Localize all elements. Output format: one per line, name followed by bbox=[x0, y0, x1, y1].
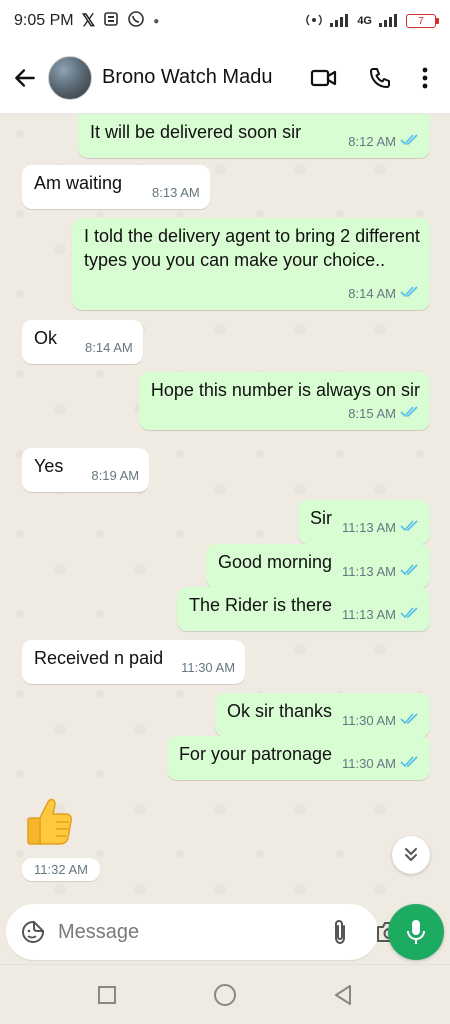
message-text: Received n paid bbox=[34, 648, 164, 668]
read-ticks-icon bbox=[400, 603, 420, 627]
message-input-box[interactable] bbox=[6, 904, 401, 960]
message-text: Yes bbox=[34, 456, 64, 476]
message-time: 11:30 AM bbox=[342, 713, 396, 728]
message-text: Ok sir thanks bbox=[227, 701, 333, 721]
message-text: I told the delivery agent to bring 2 dif… bbox=[84, 226, 420, 270]
network-type: 4G bbox=[357, 15, 372, 27]
microphone-icon bbox=[407, 920, 425, 944]
message-text: The Rider is there bbox=[188, 595, 333, 615]
message-text: For your patronage bbox=[178, 744, 333, 764]
message-time: 11:30 AM bbox=[342, 756, 396, 771]
message-text: It will be delivered soon sir bbox=[90, 122, 302, 142]
home-icon[interactable] bbox=[213, 983, 237, 1007]
more-options-icon[interactable] bbox=[422, 67, 428, 89]
message-time: 8:12 AM bbox=[348, 134, 396, 149]
message-text: Hope this number is always on sir bbox=[150, 380, 420, 400]
battery-level: 7 bbox=[418, 15, 424, 27]
message-time: 8:14 AM bbox=[85, 340, 133, 355]
read-ticks-icon bbox=[400, 709, 420, 733]
news-app-icon bbox=[103, 11, 119, 32]
message-bubble[interactable]: I told the delivery agent to bring 2 dif… bbox=[72, 218, 430, 310]
message-bubble[interactable]: Ok 8:14 AM bbox=[22, 320, 143, 364]
scroll-to-bottom-button[interactable] bbox=[392, 836, 430, 874]
sticker-icon[interactable] bbox=[20, 919, 46, 945]
battery-icon: 7 bbox=[406, 14, 439, 28]
chat-area[interactable]: It will be delivered soon sir 8:12 AM Am… bbox=[0, 114, 450, 900]
thumbs-up-icon bbox=[27, 798, 72, 845]
chat-header: Brono Watch Madu bbox=[0, 42, 450, 114]
message-bubble[interactable]: Received n paid 11:30 AM bbox=[22, 640, 246, 684]
back-arrow-icon[interactable] bbox=[12, 65, 38, 91]
thumbs-up-emoji-message[interactable] bbox=[22, 794, 82, 854]
read-ticks-icon bbox=[400, 282, 420, 306]
system-navigation-bar bbox=[0, 964, 450, 1024]
voice-message-button[interactable] bbox=[388, 904, 444, 960]
message-bubble[interactable]: Sir 11:13 AM bbox=[298, 500, 430, 544]
contact-name[interactable]: Brono Watch Madu bbox=[102, 66, 272, 89]
double-chevron-down-icon bbox=[405, 848, 417, 861]
read-ticks-icon bbox=[400, 130, 420, 154]
message-bubble[interactable]: The Rider is there 11:13 AM bbox=[176, 587, 430, 631]
sticker-time: 11:32 AM bbox=[22, 858, 100, 881]
whatsapp-app-icon bbox=[127, 10, 145, 33]
message-text: Good morning bbox=[217, 552, 333, 572]
read-ticks-icon bbox=[400, 752, 420, 776]
read-ticks-icon bbox=[400, 560, 420, 584]
recent-apps-icon[interactable] bbox=[97, 985, 117, 1005]
message-time: 11:13 AM bbox=[342, 564, 396, 579]
x-app-icon: 𝕏 bbox=[81, 11, 96, 30]
message-time: 8:13 AM bbox=[152, 185, 200, 200]
message-bubble[interactable]: Am waiting 8:13 AM bbox=[22, 165, 210, 209]
signal-icon bbox=[329, 13, 351, 30]
message-text: Ok bbox=[34, 328, 58, 348]
message-composer bbox=[0, 900, 450, 964]
status-time: 9:05 PM bbox=[14, 12, 74, 29]
message-time: 11:30 AM bbox=[181, 660, 236, 675]
message-bubble[interactable]: Hope this number is always on sir 8:15 A… bbox=[138, 372, 430, 430]
hotspot-icon bbox=[305, 13, 323, 30]
message-text: Sir bbox=[310, 508, 333, 528]
voice-call-icon[interactable] bbox=[368, 66, 392, 90]
message-bubble[interactable]: Ok sir thanks 11:30 AM bbox=[215, 693, 430, 737]
message-time: 11:13 AM bbox=[342, 520, 396, 535]
read-ticks-icon bbox=[400, 516, 420, 540]
message-bubble[interactable]: It will be delivered soon sir 8:12 AM bbox=[78, 114, 430, 158]
message-bubble[interactable]: Yes 8:19 AM bbox=[22, 448, 150, 492]
signal-2-icon bbox=[378, 13, 400, 30]
message-time: 11:13 AM bbox=[342, 607, 396, 622]
attachment-icon[interactable] bbox=[331, 918, 349, 946]
message-bubble[interactable]: Good morning 11:13 AM bbox=[205, 544, 430, 588]
message-time: 8:14 AM bbox=[348, 286, 396, 301]
message-bubble[interactable]: For your patronage 11:30 AM bbox=[166, 736, 430, 780]
message-text: Am waiting bbox=[34, 173, 123, 193]
message-input[interactable] bbox=[58, 920, 323, 944]
notification-dot-icon: ● bbox=[153, 15, 160, 27]
back-nav-icon[interactable] bbox=[333, 984, 353, 1006]
video-call-icon[interactable] bbox=[310, 67, 338, 89]
avatar[interactable] bbox=[48, 55, 92, 100]
message-time: 8:19 AM bbox=[91, 468, 140, 483]
read-ticks-icon bbox=[400, 402, 420, 426]
status-bar: 9:05 PM 𝕏 ● 4G 7 bbox=[0, 0, 450, 42]
message-time: 8:15 AM bbox=[348, 406, 396, 421]
